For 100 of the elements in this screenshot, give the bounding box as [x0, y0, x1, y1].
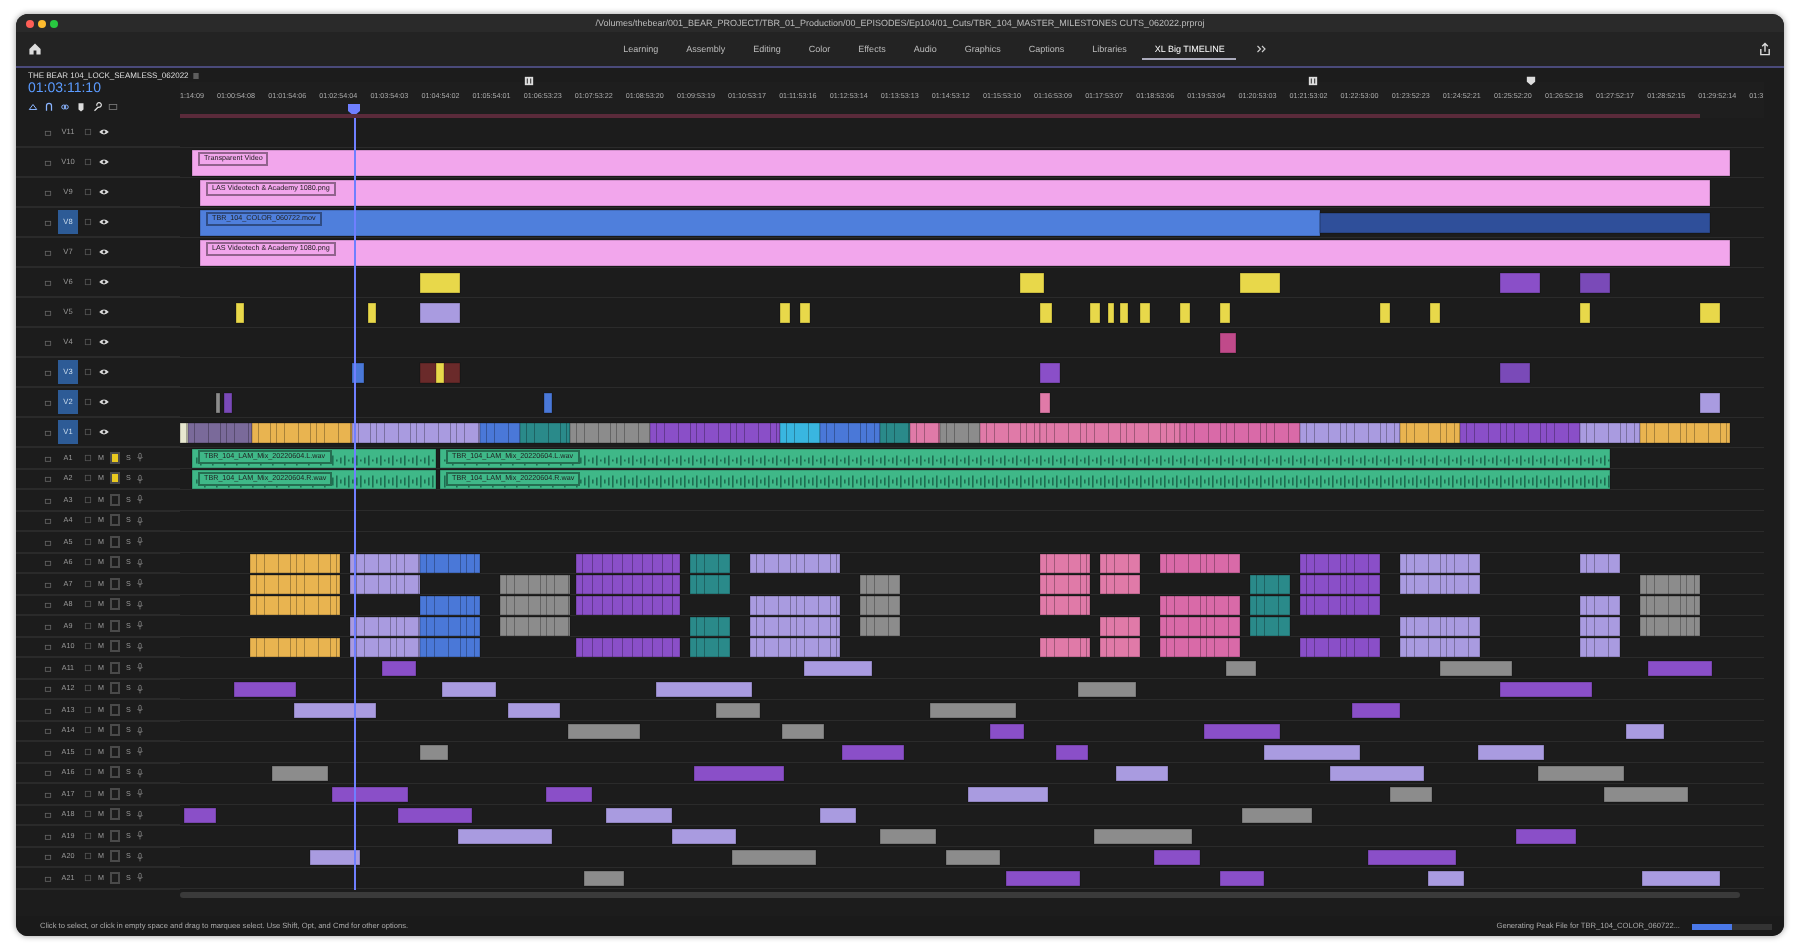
share-icon[interactable] — [1758, 42, 1772, 56]
lock-icon[interactable] — [44, 747, 52, 756]
eye-icon[interactable] — [98, 398, 110, 406]
microphone-icon[interactable] — [136, 620, 145, 631]
sync-lock-icon[interactable] — [84, 218, 92, 226]
lock-icon[interactable] — [44, 600, 52, 609]
wrench-icon[interactable] — [92, 101, 102, 111]
lock-icon[interactable] — [44, 188, 52, 196]
lock-icon[interactable] — [44, 873, 52, 882]
microphone-icon[interactable] — [136, 662, 145, 673]
eye-icon[interactable] — [98, 368, 110, 376]
sync-lock-icon[interactable] — [84, 747, 92, 756]
sync-lock-icon[interactable] — [84, 558, 92, 567]
sync-lock-icon[interactable] — [84, 579, 92, 588]
microphone-icon[interactable] — [136, 767, 145, 778]
microphone-icon[interactable] — [136, 599, 145, 610]
marker-icon[interactable] — [524, 76, 534, 86]
sync-lock-icon[interactable] — [84, 831, 92, 840]
lock-icon[interactable] — [44, 495, 52, 504]
eye-icon[interactable] — [98, 248, 110, 256]
magnet-icon[interactable] — [44, 101, 54, 111]
sync-lock-icon[interactable] — [84, 453, 92, 462]
lock-icon[interactable] — [44, 810, 52, 819]
eye-icon[interactable] — [98, 308, 110, 316]
microphone-icon[interactable] — [136, 557, 145, 568]
eye-icon[interactable] — [98, 428, 110, 436]
sync-lock-icon[interactable] — [84, 705, 92, 714]
lock-icon[interactable] — [44, 684, 52, 693]
home-icon[interactable] — [28, 42, 42, 56]
microphone-icon[interactable] — [136, 788, 145, 799]
microphone-icon[interactable] — [136, 809, 145, 820]
lock-icon[interactable] — [44, 278, 52, 286]
link-icon[interactable] — [60, 101, 70, 111]
lock-icon[interactable] — [44, 218, 52, 226]
sync-lock-icon[interactable] — [84, 852, 92, 861]
lock-icon[interactable] — [44, 308, 52, 316]
source-patch[interactable] — [110, 451, 120, 464]
lock-icon[interactable] — [44, 248, 52, 256]
marker-icon[interactable] — [76, 101, 86, 111]
lock-icon[interactable] — [44, 768, 52, 777]
sync-lock-icon[interactable] — [84, 428, 92, 436]
lock-icon[interactable] — [44, 852, 52, 861]
eye-icon[interactable] — [98, 188, 110, 196]
lock-icon[interactable] — [44, 428, 52, 436]
lock-icon[interactable] — [44, 158, 52, 166]
sync-lock-icon[interactable] — [84, 474, 92, 483]
sync-lock-icon[interactable] — [84, 308, 92, 316]
minimize-icon[interactable] — [38, 19, 46, 27]
microphone-icon[interactable] — [136, 725, 145, 736]
sync-lock-icon[interactable] — [84, 368, 92, 376]
sync-lock-icon[interactable] — [84, 158, 92, 166]
microphone-icon[interactable] — [136, 494, 145, 505]
microphone-icon[interactable] — [136, 683, 145, 694]
lock-icon[interactable] — [44, 338, 52, 346]
microphone-icon[interactable] — [136, 704, 145, 715]
eye-icon[interactable] — [98, 128, 110, 136]
menu-icon[interactable] — [192, 71, 201, 79]
eye-icon[interactable] — [98, 158, 110, 166]
sync-lock-icon[interactable] — [84, 537, 92, 546]
sync-lock-icon[interactable] — [84, 768, 92, 777]
lock-icon[interactable] — [44, 663, 52, 672]
maximize-icon[interactable] — [50, 19, 58, 27]
microphone-icon[interactable] — [136, 851, 145, 862]
source-patch[interactable] — [110, 472, 120, 485]
lock-icon[interactable] — [44, 368, 52, 376]
lock-icon[interactable] — [44, 398, 52, 406]
sync-lock-icon[interactable] — [84, 684, 92, 693]
sync-lock-icon[interactable] — [84, 248, 92, 256]
marker-icon[interactable] — [1308, 76, 1318, 86]
sync-lock-icon[interactable] — [84, 128, 92, 136]
sync-lock-icon[interactable] — [84, 600, 92, 609]
microphone-icon[interactable] — [136, 515, 145, 526]
sync-lock-icon[interactable] — [84, 398, 92, 406]
lock-icon[interactable] — [44, 558, 52, 567]
microphone-icon[interactable] — [136, 830, 145, 841]
microphone-icon[interactable] — [136, 746, 145, 757]
sync-lock-icon[interactable] — [84, 726, 92, 735]
sync-lock-icon[interactable] — [84, 516, 92, 525]
nest-icon[interactable] — [28, 101, 38, 111]
eye-icon[interactable] — [98, 278, 110, 286]
lock-icon[interactable] — [44, 453, 52, 462]
lock-icon[interactable] — [44, 579, 52, 588]
lock-icon[interactable] — [44, 831, 52, 840]
lock-icon[interactable] — [44, 516, 52, 525]
microphone-icon[interactable] — [136, 452, 145, 463]
sync-lock-icon[interactable] — [84, 338, 92, 346]
close-icon[interactable] — [26, 19, 34, 27]
lock-icon[interactable] — [44, 789, 52, 798]
sync-lock-icon[interactable] — [84, 873, 92, 882]
sync-lock-icon[interactable] — [84, 188, 92, 196]
chevrons-icon[interactable] — [1256, 44, 1269, 54]
lock-icon[interactable] — [44, 621, 52, 630]
sync-lock-icon[interactable] — [84, 278, 92, 286]
sync-lock-icon[interactable] — [84, 621, 92, 630]
sync-lock-icon[interactable] — [84, 789, 92, 798]
lock-icon[interactable] — [44, 128, 52, 136]
sync-lock-icon[interactable] — [84, 810, 92, 819]
lock-icon[interactable] — [44, 474, 52, 483]
marker-icon[interactable] — [1526, 76, 1536, 86]
lock-icon[interactable] — [44, 726, 52, 735]
